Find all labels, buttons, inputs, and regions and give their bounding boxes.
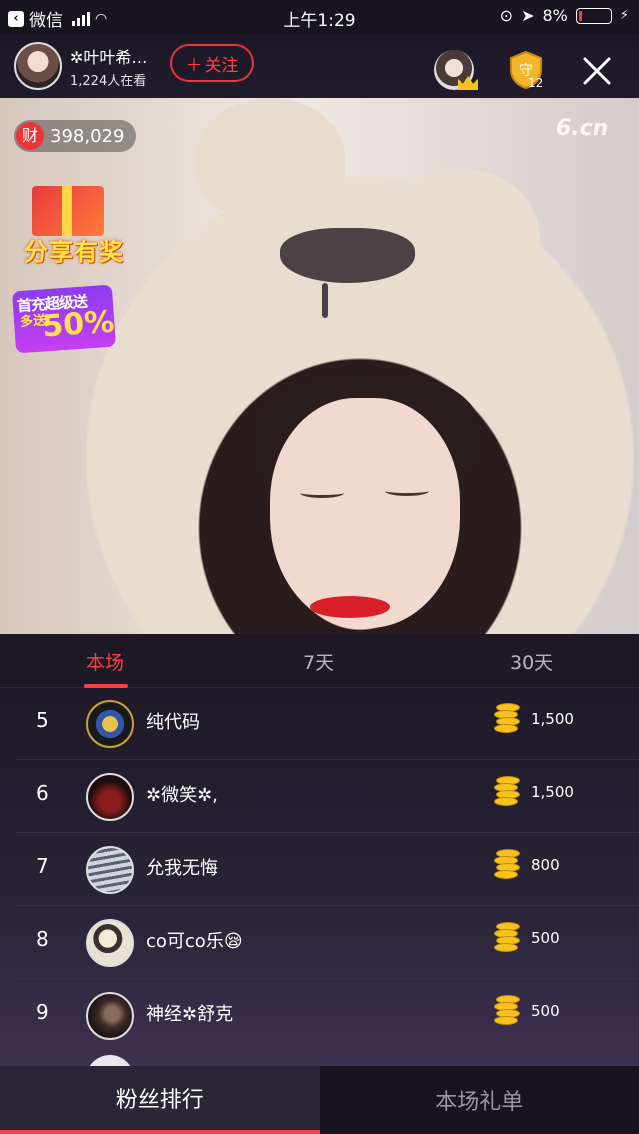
list-item[interactable]: 8 co可co乐😪 500: [16, 907, 639, 979]
coin-icon: [494, 849, 522, 879]
gift-amount: 1,500: [531, 783, 574, 801]
fan-name: ✲微笑✲,: [146, 785, 218, 806]
host-name[interactable]: ✲叶叶希…: [70, 44, 147, 68]
list-item[interactable]: 6 ✲微笑✲, 1,500: [16, 761, 639, 833]
list-item-partial[interactable]: [16, 1053, 639, 1066]
avatar[interactable]: [86, 846, 134, 894]
status-bar: ‹ 微信 ◠ 上午1:29 ⊙ ➤ 8% ⚡: [0, 0, 639, 34]
video-hood-nose: [280, 228, 415, 283]
coin-icon: [494, 703, 522, 733]
battery-icon: [575, 7, 612, 24]
close-icon[interactable]: [580, 54, 614, 88]
status-right: ⊙ ➤ 8% ⚡: [500, 6, 629, 25]
coin-icon: [494, 776, 522, 806]
promo-percent: 50%: [41, 304, 116, 345]
video-lips: [310, 596, 390, 618]
ranking-period-tabs: 本场 7天 30天: [0, 634, 639, 688]
bottom-tabs: 粉丝排行 本场礼单: [0, 1066, 639, 1134]
video-eye-left: [300, 488, 344, 498]
share-reward-label: 分享有奖: [24, 238, 124, 266]
rank-number: 9: [36, 1000, 49, 1024]
fan-name: 允我无悔: [146, 858, 218, 879]
tab-gift-list[interactable]: 本场礼单: [319, 1066, 639, 1134]
rotation-lock-icon: ⊙: [499, 6, 514, 25]
gift-amount: 1,500: [531, 710, 574, 728]
wealth-badge[interactable]: 财 398,029: [14, 120, 137, 152]
fan-name: co可co乐😪: [146, 931, 243, 952]
avatar[interactable]: [86, 1055, 134, 1066]
charging-icon: ⚡: [619, 8, 629, 23]
wealth-icon: 财: [16, 122, 44, 150]
video-eye-right: [385, 486, 429, 496]
location-icon: ➤: [521, 6, 535, 25]
follow-label: 关注: [204, 55, 239, 76]
fan-name: 神经✲舒克: [146, 1004, 234, 1025]
first-recharge-promo[interactable]: 首充超级送 多送 50%: [11, 284, 117, 354]
coin-icon: [494, 995, 522, 1025]
video-face: [270, 398, 460, 628]
list-item[interactable]: 9 神经✲舒克 500: [16, 980, 639, 1052]
tab-30-days[interactable]: 30天: [510, 648, 553, 675]
fan-name: 纯代码: [146, 712, 200, 733]
gift-amount: 800: [531, 856, 560, 874]
rank-number: 7: [36, 854, 49, 878]
rank-number: 6: [36, 781, 49, 805]
gift-ribbon: [62, 186, 72, 236]
rank-number: 8: [36, 927, 49, 951]
tab-current[interactable]: 本场: [86, 648, 124, 675]
guard-count: 12: [528, 76, 544, 90]
plus-icon: ＋: [185, 55, 203, 76]
rank-number: 5: [36, 708, 49, 732]
gift-amount: 500: [531, 929, 560, 947]
share-reward-button[interactable]: 分享有奖: [16, 176, 132, 268]
tab-7-days[interactable]: 7天: [303, 648, 334, 675]
list-item[interactable]: 7 允我无悔 800: [16, 834, 639, 906]
avatar[interactable]: [86, 700, 134, 748]
avatar[interactable]: [86, 919, 134, 967]
avatar[interactable]: [86, 773, 134, 821]
viewer-count: 1,224人在看: [70, 74, 147, 89]
list-item[interactable]: 5 纯代码 1,500: [16, 688, 639, 760]
video-hood-mouth: [322, 283, 328, 318]
gift-amount: 500: [531, 1002, 560, 1020]
video-hood-ear-left: [195, 98, 345, 218]
avatar[interactable]: [86, 992, 134, 1040]
site-watermark: 6.cn: [556, 116, 609, 141]
fan-ranking-list[interactable]: 5 纯代码 1,500 6 ✲微笑✲, 1,500 7 允我无悔 800 8 c…: [0, 688, 639, 1066]
live-header: ✲叶叶希… 1,224人在看 ＋ 关注 守 12: [0, 34, 639, 98]
coin-icon: [494, 922, 522, 952]
tab-fan-ranking[interactable]: 粉丝排行: [0, 1066, 320, 1134]
battery-percent: 8%: [542, 6, 568, 25]
wealth-value: 398,029: [50, 125, 125, 147]
follow-button[interactable]: ＋ 关注: [170, 44, 254, 82]
host-avatar[interactable]: [14, 42, 62, 90]
